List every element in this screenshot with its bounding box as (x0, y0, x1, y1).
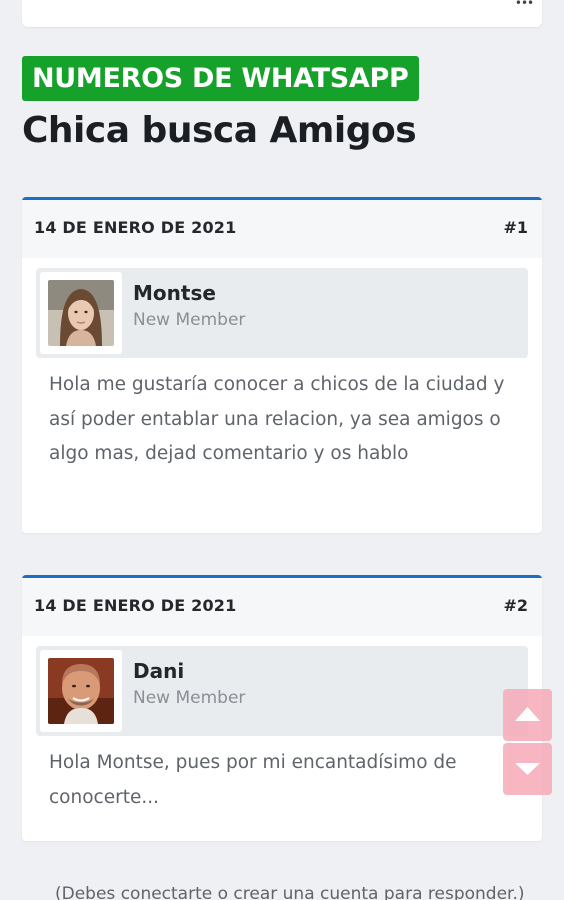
author-name[interactable]: Montse (133, 281, 216, 305)
author-role: New Member (133, 688, 246, 708)
post-card: 14 DE ENERO DE 2021 #2 Dani New Member H… (22, 575, 542, 841)
author-name[interactable]: Dani (133, 659, 184, 683)
author-box: Dani New Member (36, 646, 528, 736)
arrow-down-icon (515, 763, 540, 775)
post-card: 14 DE ENERO DE 2021 #1 Montse New Member (22, 197, 542, 533)
man-avatar-icon (48, 658, 114, 724)
post-date[interactable]: 14 DE ENERO DE 2021 (34, 218, 236, 237)
post-header: 14 DE ENERO DE 2021 #1 (22, 200, 542, 258)
avatar-frame (40, 650, 122, 732)
previous-card: ••• (22, 0, 542, 27)
author-role: New Member (133, 310, 246, 330)
avatar-frame (40, 272, 122, 354)
login-note[interactable]: (Debes conectarte o crear una cuenta par… (55, 884, 525, 900)
post-number[interactable]: #1 (503, 218, 528, 237)
post-body: Hola Montse, pues por mi encantadísimo d… (49, 752, 457, 808)
post-body: Hola me gustaría conocer a chicos de la … (49, 374, 505, 464)
avatar[interactable] (48, 658, 114, 724)
post-date[interactable]: 14 DE ENERO DE 2021 (34, 596, 236, 615)
author-box: Montse New Member (36, 268, 528, 358)
more-options-icon[interactable]: ••• (514, 0, 534, 9)
scroll-down-button[interactable] (503, 743, 552, 795)
post-number[interactable]: #2 (503, 596, 528, 615)
scroll-up-button[interactable] (503, 689, 552, 741)
page-title: Chica busca Amigos (22, 110, 417, 151)
avatar[interactable] (48, 280, 114, 346)
category-badge[interactable]: NUMEROS DE WHATSAPP (22, 56, 419, 101)
arrow-up-icon (515, 707, 540, 721)
woman-avatar-icon (48, 280, 114, 346)
post-header: 14 DE ENERO DE 2021 #2 (22, 578, 542, 636)
